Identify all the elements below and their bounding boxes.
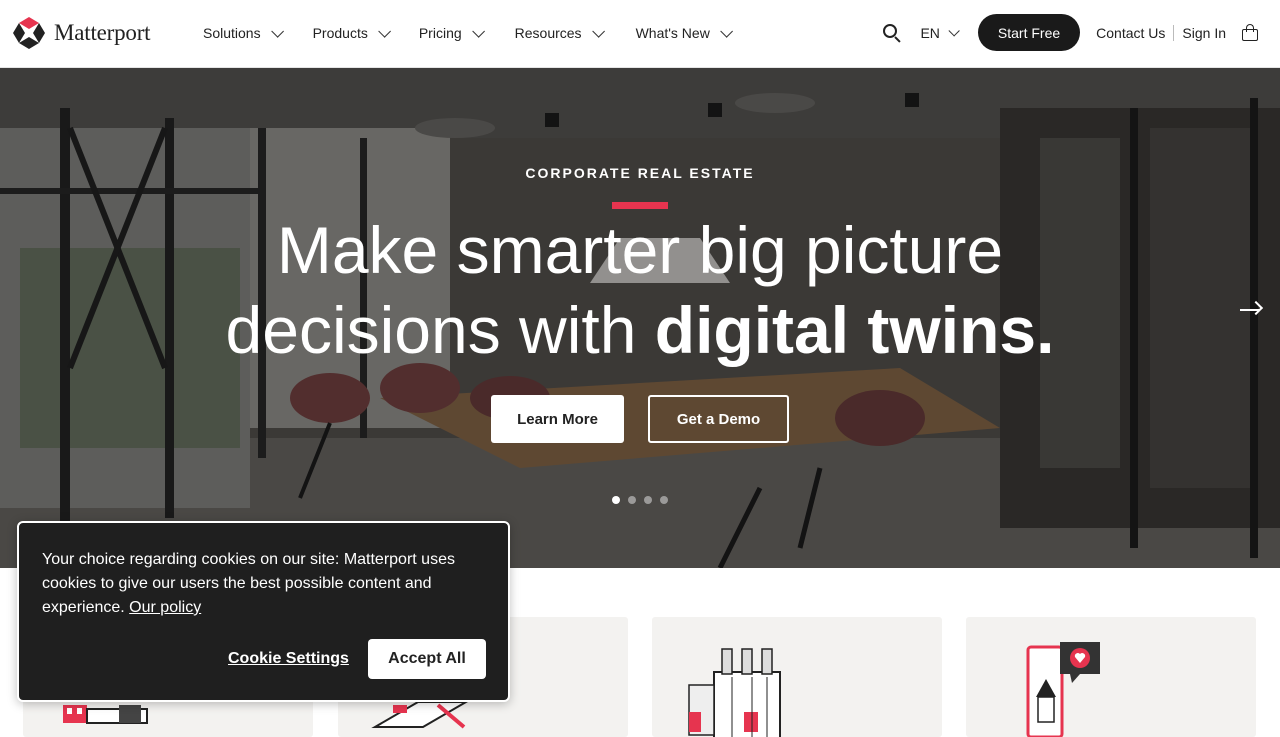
- matterport-logo-icon: [13, 17, 45, 49]
- accent-divider: [612, 202, 668, 209]
- language-label: EN: [920, 24, 940, 41]
- feature-card-3[interactable]: [652, 617, 942, 737]
- cookie-message: Your choice regarding cookies on our sit…: [42, 548, 482, 620]
- learn-more-button[interactable]: Learn More: [491, 395, 624, 443]
- accept-all-button[interactable]: Accept All: [368, 639, 486, 679]
- menu-label: Pricing: [418, 25, 462, 41]
- start-free-button[interactable]: Start Free: [977, 14, 1081, 51]
- menu-products[interactable]: Products: [312, 24, 391, 41]
- menu-solutions[interactable]: Solutions: [203, 24, 284, 41]
- get-a-demo-button[interactable]: Get a Demo: [648, 395, 789, 443]
- cookie-message-text: Your choice regarding cookies on our sit…: [42, 551, 455, 616]
- chevron-down-icon: [270, 24, 284, 38]
- brand-name: Matterport: [54, 20, 151, 45]
- menu-whats-new[interactable]: What's New: [635, 24, 733, 41]
- headline-emphasis: digital twins.: [654, 293, 1055, 367]
- carousel-dot-3[interactable]: [644, 496, 652, 504]
- menu-label: Products: [312, 25, 368, 41]
- menu-label: Solutions: [203, 25, 261, 41]
- phone-heart-illustration-icon: [1026, 642, 1100, 737]
- shopping-bag-icon[interactable]: [1242, 24, 1258, 41]
- utility-nav: EN Start Free Contact Us Sign In: [882, 14, 1258, 51]
- hero-eyebrow: CORPORATE REAL ESTATE: [525, 165, 755, 181]
- search-icon[interactable]: [882, 23, 902, 43]
- carousel-dot-2[interactable]: [628, 496, 636, 504]
- carousel-dot-4[interactable]: [660, 496, 668, 504]
- main-menu: Solutions Products Pricing Resources Wha…: [203, 24, 733, 41]
- headline-line-1: Make smarter big picture: [276, 213, 1004, 287]
- next-slide-arrow-icon[interactable]: [1240, 300, 1264, 320]
- language-selector[interactable]: EN: [920, 24, 960, 41]
- chevron-down-icon: [378, 24, 391, 38]
- factory-illustration-icon: [688, 648, 781, 737]
- cookie-settings-button[interactable]: Cookie Settings: [228, 650, 349, 668]
- menu-resources[interactable]: Resources: [514, 24, 605, 41]
- top-navigation: Matterport Solutions Products Pricing Re…: [0, 0, 1280, 68]
- hero-headline: Make smarter big picture decisions with …: [0, 210, 1280, 370]
- hero-banner: CORPORATE REAL ESTATE Make smarter big p…: [0, 68, 1280, 568]
- chevron-down-icon: [591, 24, 605, 38]
- headline-line-2: decisions with: [225, 293, 655, 367]
- matterport-logo[interactable]: Matterport: [12, 16, 151, 50]
- contact-us-link[interactable]: Contact Us: [1096, 24, 1175, 41]
- menu-pricing[interactable]: Pricing: [418, 24, 485, 41]
- menu-label: Resources: [514, 25, 582, 41]
- chevron-down-icon: [948, 24, 960, 37]
- chevron-down-icon: [720, 24, 733, 38]
- cookie-consent-banner: Your choice regarding cookies on our sit…: [17, 521, 510, 702]
- our-policy-link[interactable]: Our policy: [129, 599, 201, 616]
- menu-label: What's New: [635, 25, 710, 41]
- sign-in-link[interactable]: Sign In: [1174, 25, 1226, 41]
- feature-card-4[interactable]: [966, 617, 1256, 737]
- chevron-down-icon: [471, 24, 485, 38]
- carousel-dot-1[interactable]: [612, 496, 620, 504]
- carousel-dots: [612, 496, 668, 504]
